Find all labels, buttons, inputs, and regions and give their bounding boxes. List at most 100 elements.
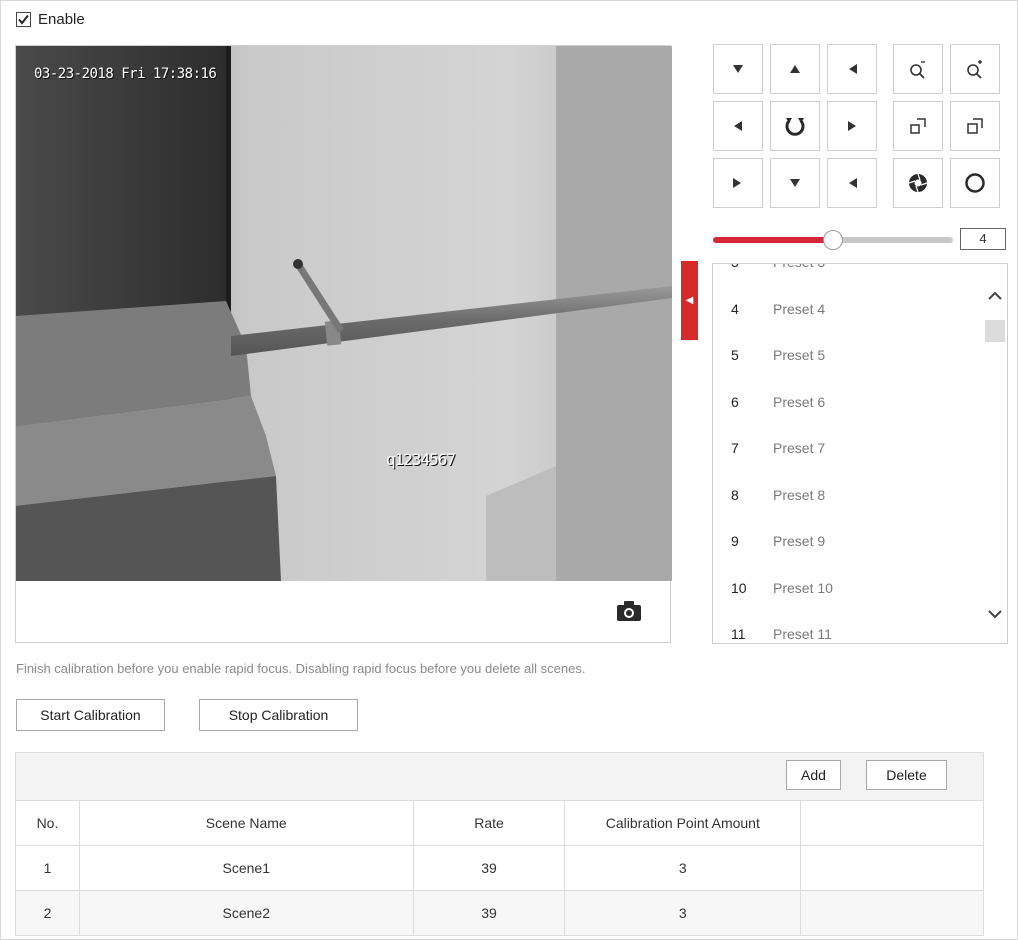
camera-icon — [617, 601, 641, 621]
arrow-up-icon — [790, 65, 800, 73]
column-header-empty — [800, 800, 984, 846]
iris-close-button[interactable] — [950, 158, 1000, 208]
focus-near-icon — [910, 118, 926, 134]
arrow-right-icon — [848, 121, 856, 131]
table-header-row: No. Scene Name Rate Calibration Point Am… — [15, 800, 984, 846]
ptz-down-left-button[interactable] — [713, 44, 763, 94]
cell-empty — [800, 845, 984, 891]
cell-scene-name: Scene2 — [78, 890, 414, 936]
auto-rotate-icon — [785, 118, 805, 136]
ptz-up-left-button[interactable] — [713, 158, 763, 208]
column-header-scene-name: Scene Name — [78, 800, 414, 846]
column-header-rate: Rate — [412, 800, 566, 846]
add-button[interactable]: Add — [786, 760, 841, 790]
focus-near-button[interactable] — [893, 101, 943, 151]
scrollbar-thumb[interactable] — [985, 320, 1005, 342]
zoom-out-icon — [967, 60, 982, 79]
arrow-up-left-icon — [733, 178, 741, 188]
preset-item[interactable]: 11 Preset 11 — [713, 611, 983, 643]
column-header-calibration-point-amount: Calibration Point Amount — [564, 800, 802, 846]
delete-button[interactable]: Delete — [866, 760, 947, 790]
video-image: 03-23-2018 Fri 17:38:16 q1234567 — [16, 46, 672, 581]
preset-item[interactable]: 6 Preset 6 — [713, 379, 983, 425]
zoom-out-button[interactable] — [950, 44, 1000, 94]
scroll-down-button[interactable] — [985, 604, 1005, 624]
speed-value-field[interactable]: 4 — [960, 228, 1006, 250]
cell-rate: 39 — [412, 890, 566, 936]
capture-button[interactable] — [614, 597, 644, 625]
zoom-in-button[interactable] — [893, 44, 943, 94]
preset-name: Preset 5 — [773, 347, 826, 363]
ptz-control-grid — [713, 44, 1006, 210]
preset-number: 8 — [731, 486, 739, 503]
video-preview[interactable]: 03-23-2018 Fri 17:38:16 q1234567 — [15, 45, 672, 643]
slider-thumb[interactable] — [823, 230, 843, 250]
enable-label: Enable — [38, 10, 85, 28]
cell-no: 1 — [15, 845, 80, 891]
ptz-down-button[interactable] — [770, 158, 820, 208]
preset-item[interactable]: 8 Preset 8 — [713, 472, 983, 518]
preset-item[interactable]: 10 Preset 10 — [713, 565, 983, 611]
iris-open-button[interactable] — [893, 158, 943, 208]
arrow-up-right-icon — [849, 178, 857, 188]
zoom-in-icon — [910, 61, 925, 79]
ptz-up-button[interactable] — [770, 44, 820, 94]
cell-calibration-point-amount: 3 — [564, 890, 802, 936]
preset-name: Preset 8 — [773, 486, 826, 503]
cell-rate: 39 — [412, 845, 566, 891]
preset-list[interactable]: 3Preset 3 4 Preset 4 5 Preset 5 6 Preset 6 7 Pre… — [712, 263, 1008, 644]
cell-no: 2 — [15, 890, 80, 936]
check-icon — [18, 14, 29, 25]
chevron-down-icon — [988, 610, 1002, 619]
arrow-down-left-icon — [733, 65, 743, 73]
preset-number: 5 — [731, 347, 739, 363]
table-row[interactable]: 2 Scene2 39 3 — [15, 890, 984, 936]
osd-text: q1234567 — [386, 450, 456, 469]
arrow-left-icon — [734, 121, 742, 131]
preset-item[interactable]: 5 Preset 5 — [713, 332, 983, 378]
start-calibration-button[interactable]: Start Calibration — [16, 699, 165, 731]
enable-checkbox[interactable] — [16, 11, 31, 27]
arrow-down-icon — [790, 179, 800, 187]
slider-fill — [713, 237, 833, 243]
preset-item[interactable]: 7 Preset 7 — [713, 425, 983, 471]
preset-name: Preset 11 — [773, 626, 832, 642]
preset-item[interactable]: 9 Preset 9 — [713, 518, 983, 564]
column-header-no: No. — [15, 800, 80, 846]
preset-item[interactable]: 3Preset 3 — [713, 264, 983, 285]
ptz-right-button[interactable] — [827, 101, 877, 151]
focus-far-button[interactable] — [950, 101, 1000, 151]
iris-open-icon — [908, 173, 928, 193]
ptz-speed-slider[interactable] — [713, 230, 953, 250]
preset-name: Preset 10 — [773, 579, 833, 596]
preset-name: Preset 6 — [773, 393, 826, 410]
stop-calibration-button[interactable]: Stop Calibration — [199, 699, 358, 731]
ptz-up-right-button[interactable] — [827, 158, 877, 208]
chevron-up-icon — [988, 291, 1002, 300]
preset-name: Preset 3 — [773, 264, 825, 270]
cell-calibration-point-amount: 3 — [564, 845, 802, 891]
ptz-down-right-button[interactable] — [827, 44, 877, 94]
enable-row: Enable — [16, 9, 85, 29]
focus-far-icon — [967, 118, 983, 134]
preset-number: 7 — [731, 440, 739, 456]
scene-table: No. Scene Name Rate Calibration Point Am… — [15, 800, 984, 936]
table-row[interactable]: 1 Scene1 39 3 — [15, 845, 984, 891]
cell-empty — [800, 890, 984, 936]
scene-table-panel: Add Delete No. Scene Name Rate Calibrati… — [15, 752, 984, 938]
preset-name: Preset 7 — [773, 440, 826, 456]
calibration-info-text: Finish calibration before you enable rap… — [16, 661, 586, 676]
auto-rotate-button[interactable] — [770, 101, 820, 151]
preset-name: Preset 9 — [773, 533, 826, 549]
preset-item[interactable]: 4 Preset 4 — [713, 286, 983, 332]
cell-scene-name: Scene1 — [78, 845, 414, 891]
preset-name: Preset 4 — [773, 300, 826, 317]
ptz-left-button[interactable] — [713, 101, 763, 151]
scroll-up-button[interactable] — [985, 286, 1005, 306]
iris-close-icon — [965, 173, 985, 193]
arrow-down-right-icon — [849, 64, 857, 74]
preset-number: 9 — [731, 533, 739, 549]
collapse-panel-tab[interactable]: ◀ — [681, 261, 698, 340]
preset-number: 6 — [731, 393, 739, 410]
preset-number: 10 — [731, 579, 747, 596]
